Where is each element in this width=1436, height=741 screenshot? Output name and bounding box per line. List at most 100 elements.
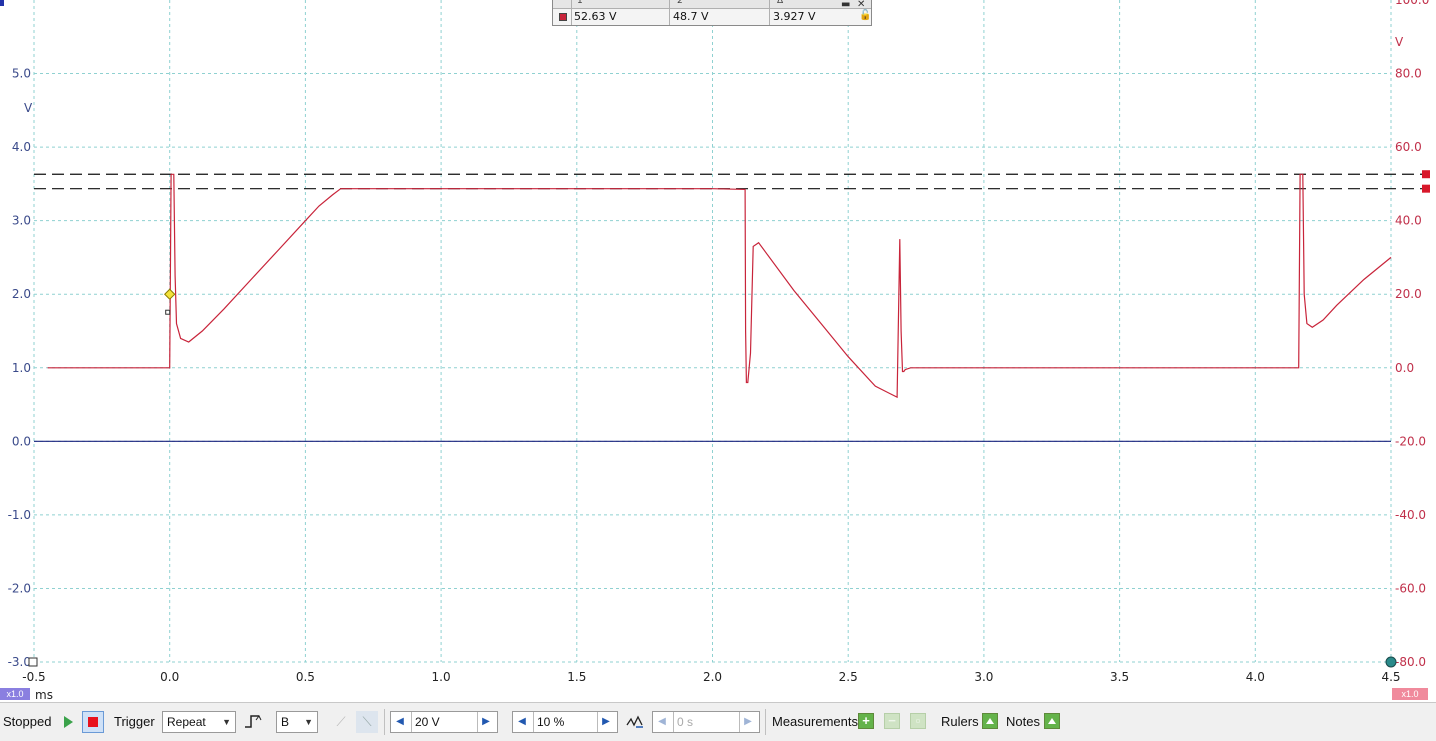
trigger-delay-button[interactable]	[624, 711, 646, 733]
x-tick-label: 3.0	[974, 670, 993, 684]
x-tick-label: 3.5	[1110, 670, 1129, 684]
x-tick-label: 2.0	[703, 670, 722, 684]
left-tick-label: 0.0	[12, 434, 31, 448]
rulers-label: Rulers	[941, 714, 979, 729]
ruler-delta-header: Δ	[777, 0, 784, 6]
bottom-toolbar: Stopped Trigger Repeat ▼ B ▼ ⟋ ⟍ ◀ 20 V …	[0, 702, 1436, 741]
x-tick-label: 1.0	[432, 670, 451, 684]
x-tick-label: 0.5	[296, 670, 315, 684]
right-tick-label: -40.0	[1395, 508, 1426, 522]
left-axis-handle-icon	[28, 657, 38, 667]
lock-icon[interactable]: 🔓	[859, 10, 871, 21]
ruler-2-value: 48.7 V	[673, 10, 709, 23]
x-tick-label: -0.5	[22, 670, 45, 684]
ruler-handle-2	[1422, 184, 1430, 193]
trigger-edge-button[interactable]	[242, 711, 264, 733]
right-tick-label: 20.0	[1395, 287, 1422, 301]
ruler-legend[interactable]: 1 2 Δ ▬ ✕ 52.63 V 48.7 V 3.927 V 🔓	[552, 0, 872, 26]
rulers-menu-button[interactable]	[982, 713, 998, 729]
chart-grid	[33, 0, 1392, 663]
left-axis-ticks: -3.0 -2.0 -1.0 0.0 1.0 2.0 3.0 4.0 5.0	[8, 67, 31, 669]
ruler-delta-value: 3.927 V	[773, 10, 816, 23]
right-tick-label: 60.0	[1395, 140, 1422, 154]
arrow-right-icon[interactable]: ▶	[597, 712, 615, 732]
left-tick-label: -1.0	[8, 508, 31, 522]
left-tick-label: 2.0	[12, 287, 31, 301]
trigger-channel-value: B	[281, 715, 290, 729]
measurements-label: Measurements	[772, 714, 858, 729]
delay-spinner[interactable]: ◀ 0 s ▶	[652, 711, 760, 733]
right-tick-label: 0.0	[1395, 361, 1414, 375]
notes-label: Notes	[1006, 714, 1040, 729]
minimize-icon[interactable]: ▬	[841, 0, 850, 10]
right-axis-handle-icon	[1385, 656, 1397, 668]
left-tick-label: -2.0	[8, 581, 31, 595]
x-tick-label: 4.0	[1246, 670, 1265, 684]
edit-measurement-button[interactable]: ▫	[910, 713, 926, 729]
delay-value[interactable]: 0 s	[673, 712, 740, 732]
left-axis-unit: V	[24, 101, 33, 115]
left-zoom-badge[interactable]: x1.0	[0, 688, 30, 700]
pre-trigger-spinner[interactable]: ◀ 10 % ▶	[512, 711, 618, 733]
pretrigger-marker-icon	[165, 309, 171, 315]
right-tick-label: 100.0	[1395, 0, 1429, 7]
play-icon	[64, 716, 73, 728]
left-tick-label: 1.0	[12, 361, 31, 375]
x-tick-label: 2.5	[839, 670, 858, 684]
chevron-down-icon: ▼	[222, 717, 231, 727]
trigger-mode-select[interactable]: Repeat ▼	[162, 711, 236, 733]
x-axis-ticks: -0.5 0.0 0.5 1.0 1.5 2.0 2.5 3.0 3.5 4.0 4.5	[22, 670, 1400, 684]
stop-icon	[88, 717, 98, 727]
notes-menu-button[interactable]	[1044, 713, 1060, 729]
right-tick-label: -80.0	[1395, 655, 1426, 669]
right-zoom-badge[interactable]: x1.0	[1392, 688, 1428, 700]
status-text: Stopped	[3, 714, 52, 729]
left-tick-label: 4.0	[12, 140, 31, 154]
edge-tool-2-icon[interactable]: ⟍	[356, 711, 378, 733]
edge-tool-icon[interactable]: ⟋	[330, 711, 352, 733]
arrow-right-icon[interactable]: ▶	[739, 712, 757, 732]
arrow-left-icon[interactable]: ◀	[513, 712, 531, 732]
waveform-icon	[626, 715, 643, 728]
ruler-col1-header: 1	[577, 0, 583, 6]
trigger-channel-select[interactable]: B ▼	[276, 711, 318, 733]
trigger-label: Trigger	[114, 714, 155, 729]
trigger-marker-icon	[163, 288, 176, 300]
oscilloscope-chart: -3.0 -2.0 -1.0 0.0 1.0 2.0 3.0 4.0 5.0 -80.0 -60.…	[0, 0, 1430, 702]
threshold-spinner[interactable]: ◀ 20 V ▶	[390, 711, 498, 733]
x-tick-label: 4.5	[1381, 670, 1400, 684]
x-axis-unit: ms	[35, 688, 53, 702]
stop-button[interactable]	[82, 711, 104, 733]
close-icon[interactable]: ✕	[857, 0, 865, 10]
ruler-legend-header	[553, 0, 871, 9]
right-tick-label: 40.0	[1395, 214, 1422, 228]
arrow-right-icon[interactable]: ▶	[477, 712, 495, 732]
corner-marker	[0, 0, 4, 6]
right-axis-unit: V	[1395, 35, 1404, 49]
left-tick-label: 3.0	[12, 214, 31, 228]
channel-swatch	[559, 13, 567, 21]
arrow-left-icon[interactable]: ◀	[391, 712, 409, 732]
threshold-value[interactable]: 20 V	[411, 712, 478, 732]
run-button[interactable]	[58, 711, 80, 733]
ruler-col2-header: 2	[677, 0, 683, 6]
x-tick-label: 1.5	[567, 670, 586, 684]
add-measurement-button[interactable]: +	[858, 713, 874, 729]
right-tick-label: -20.0	[1395, 434, 1426, 448]
arrow-left-icon[interactable]: ◀	[653, 712, 671, 732]
right-axis-ticks: -80.0 -60.0 -40.0 -20.0 0.0 20.0 40.0 60.0 80.0 1…	[1395, 0, 1429, 669]
ruler-1-value: 52.63 V	[574, 10, 617, 23]
right-tick-label: -60.0	[1395, 581, 1426, 595]
remove-measurement-button[interactable]: −	[884, 713, 900, 729]
right-tick-label: 80.0	[1395, 67, 1422, 81]
chevron-down-icon: ▼	[304, 717, 313, 727]
x-tick-label: 0.0	[160, 670, 179, 684]
left-tick-label: -3.0	[8, 655, 31, 669]
trigger-mode-value: Repeat	[167, 715, 206, 729]
pre-trigger-value[interactable]: 10 %	[533, 712, 598, 732]
left-tick-label: 5.0	[12, 67, 31, 81]
trace-series-1	[47, 173, 1392, 399]
ruler-handle-1	[1422, 170, 1430, 179]
marker-group	[0, 0, 1397, 668]
rising-edge-icon	[245, 715, 262, 728]
